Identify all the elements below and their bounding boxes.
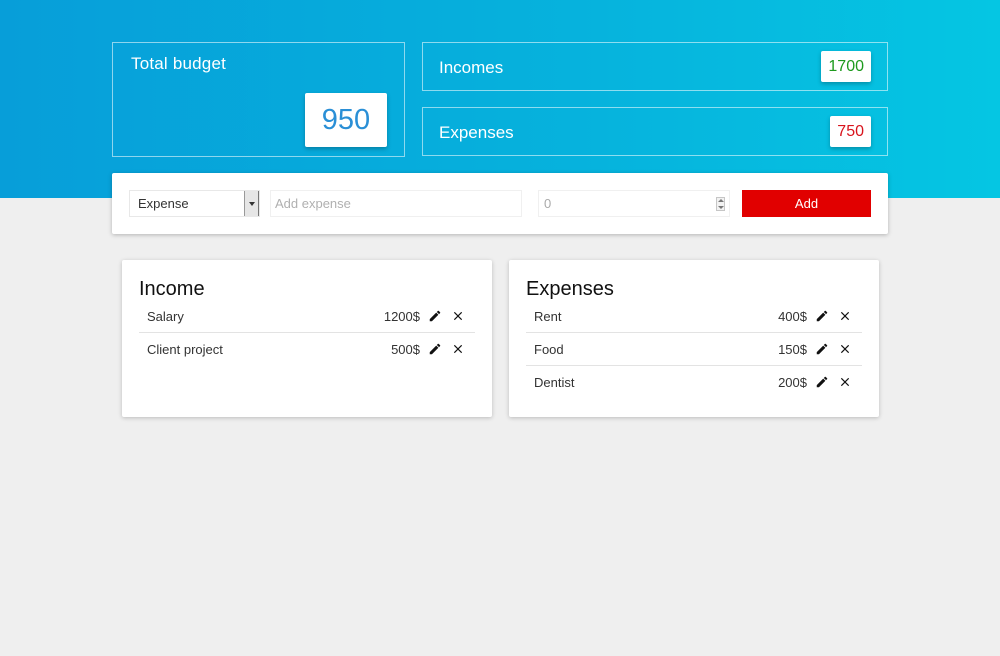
item-name: Rent [534,308,562,324]
expenses-list: Rent 400$ Food 150$ Dentist 200$ [526,300,862,399]
pencil-icon[interactable] [428,342,442,356]
list-item: Rent 400$ [526,300,862,333]
income-card: Income Salary 1200$ Client project 500$ [122,260,492,417]
expenses-label: Expenses [439,123,514,142]
income-list: Salary 1200$ Client project 500$ [139,300,475,366]
close-icon[interactable] [838,375,852,389]
close-icon[interactable] [451,342,465,356]
expenses-title: Expenses [526,278,614,300]
pencil-icon[interactable] [815,375,829,389]
list-item: Client project 500$ [139,333,475,366]
expenses-card: Expenses Rent 400$ Food 150$ Dentist 200… [509,260,879,417]
close-icon[interactable] [838,309,852,323]
item-name: Dentist [534,375,575,390]
item-amount: 400$ [778,308,807,324]
expenses-summary: Expenses 750 [422,107,888,156]
type-select-value: Expense [138,196,189,211]
incomes-summary: Incomes 1700 [422,42,888,91]
total-budget-label: Total budget [131,54,227,73]
chevron-down-icon[interactable] [244,191,259,216]
incomes-label: Incomes [439,58,504,77]
item-amount: 200$ [778,375,807,390]
item-amount: 500$ [391,342,420,357]
item-name: Salary [147,308,184,324]
list-item: Salary 1200$ [139,300,475,333]
list-item: Dentist 200$ [526,366,862,399]
item-amount: 150$ [778,341,807,357]
description-input[interactable] [270,190,522,217]
income-title: Income [139,278,205,300]
list-item: Food 150$ [526,333,862,366]
amount-input[interactable]: 0 [538,190,730,217]
amount-stepper-icon[interactable] [716,197,725,211]
pencil-icon[interactable] [815,309,829,323]
add-button[interactable]: Add [742,190,871,217]
total-budget-box: Total budget 950 [112,42,405,157]
add-entry-form: Expense 0 Add [112,173,888,234]
close-icon[interactable] [838,342,852,356]
item-name: Food [534,341,564,357]
pencil-icon[interactable] [428,309,442,323]
total-budget-value: 950 [305,93,387,147]
amount-value: 0 [544,196,552,211]
pencil-icon[interactable] [815,342,829,356]
item-amount: 1200$ [383,308,420,324]
item-name: Client project [147,342,223,357]
incomes-value: 1700 [821,51,871,82]
close-icon[interactable] [451,309,465,323]
type-select[interactable]: Expense [129,190,260,217]
expenses-value: 750 [830,116,871,147]
